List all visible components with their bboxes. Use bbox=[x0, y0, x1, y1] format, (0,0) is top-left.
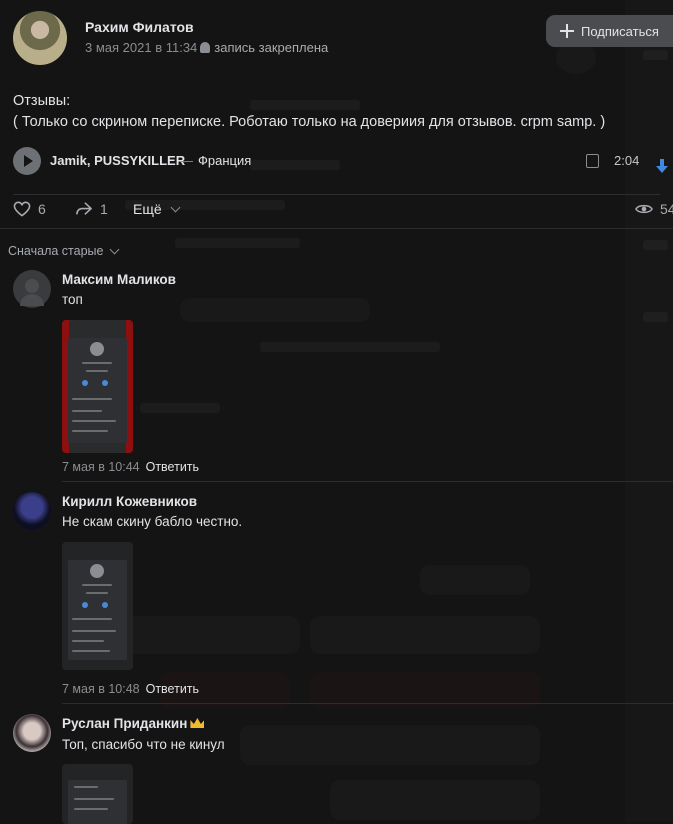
chevron-down-icon bbox=[110, 244, 120, 254]
comment: Максим Маликов топ 7 мая в 10:44 Ответить bbox=[0, 268, 673, 482]
author-name[interactable]: Рахим Филатов bbox=[85, 19, 194, 35]
comment: Руслан Приданкин Топ, спасибо что не кин… bbox=[0, 712, 673, 824]
post-text: Отзывы: ( Только со скрином переписке. Р… bbox=[13, 91, 605, 133]
avatar[interactable] bbox=[13, 492, 51, 530]
lyrics-icon[interactable] bbox=[586, 154, 599, 168]
post-meta: 3 мая 2021 в 11:34 запись закреплена bbox=[85, 40, 328, 55]
reply-button[interactable]: Ответить bbox=[146, 682, 199, 696]
heart-icon bbox=[13, 201, 31, 217]
avatar[interactable] bbox=[13, 270, 51, 308]
comments-sort-label: Сначала старые bbox=[8, 244, 104, 258]
eye-icon bbox=[635, 204, 653, 214]
comment-text: Не скам скину бабло честно. bbox=[62, 514, 243, 529]
more-button[interactable]: Ещё bbox=[133, 201, 181, 217]
divider bbox=[0, 228, 673, 229]
comment-date[interactable]: 7 мая в 10:44 bbox=[62, 460, 140, 474]
like-button[interactable]: 6 bbox=[13, 201, 46, 217]
audio-title[interactable]: Франция bbox=[198, 153, 251, 168]
share-icon bbox=[76, 202, 92, 215]
audio-duration: 2:04 bbox=[614, 153, 640, 168]
download-icon[interactable] bbox=[656, 159, 668, 173]
comment-screenshot[interactable] bbox=[62, 764, 133, 824]
author-avatar[interactable] bbox=[13, 11, 67, 65]
comment-footer: 7 мая в 10:44 Ответить bbox=[62, 460, 199, 474]
reply-button[interactable]: Ответить bbox=[146, 460, 199, 474]
subscribe-button[interactable]: Подписаться bbox=[546, 15, 673, 47]
rainbow-flag-icon bbox=[196, 23, 212, 32]
divider bbox=[62, 703, 673, 704]
crown-icon bbox=[190, 718, 205, 728]
comment-author[interactable]: Руслан Приданкин bbox=[62, 716, 187, 731]
comment-author[interactable]: Максим Маликов bbox=[62, 272, 176, 287]
views-counter: 54 bbox=[635, 201, 673, 217]
shares-count: 1 bbox=[100, 201, 108, 217]
views-count: 54 bbox=[660, 201, 673, 217]
play-button[interactable] bbox=[13, 147, 41, 175]
avatar[interactable] bbox=[13, 714, 51, 752]
audio-artist[interactable]: Jamik, PUSSYKILLER bbox=[50, 153, 185, 168]
comment: Кирилл Кожевников Не скам скину бабло че… bbox=[0, 490, 673, 704]
audio-attachment[interactable]: Jamik, PUSSYKILLER — Франция 2:04 bbox=[13, 147, 673, 175]
comment-footer: 7 мая в 10:48 Ответить bbox=[62, 682, 199, 696]
comment-screenshot[interactable] bbox=[62, 320, 133, 453]
chevron-down-icon bbox=[170, 202, 181, 212]
post-header: Рахим Филатов 3 мая 2021 в 11:34 запись з… bbox=[0, 0, 673, 80]
author-name-line[interactable]: Рахим Филатов bbox=[85, 19, 212, 35]
post-actions: 6 1 Ещё 54 bbox=[0, 196, 673, 224]
likes-count: 6 bbox=[38, 201, 46, 217]
subscribe-label: Подписаться bbox=[581, 23, 659, 39]
comment-author[interactable]: Кирилл Кожевников bbox=[62, 494, 197, 509]
android-icon bbox=[200, 42, 211, 53]
pinned-label: запись закреплена bbox=[214, 40, 329, 55]
plus-icon bbox=[560, 24, 574, 38]
comment-screenshot[interactable] bbox=[62, 542, 133, 670]
post-text-line-1: Отзывы: bbox=[13, 93, 71, 109]
comment-date[interactable]: 7 мая в 10:48 bbox=[62, 682, 140, 696]
more-label: Ещё bbox=[133, 201, 162, 217]
comment-text: топ bbox=[62, 292, 83, 307]
divider bbox=[62, 481, 673, 482]
comments-sort-dropdown[interactable]: Сначала старые bbox=[8, 244, 120, 258]
audio-separator: — bbox=[180, 153, 193, 168]
post-date[interactable]: 3 мая 2021 в 11:34 bbox=[85, 40, 197, 55]
share-button[interactable]: 1 bbox=[75, 201, 108, 217]
post-text-line-2: ( Только со скрином переписке. Роботаю т… bbox=[13, 114, 606, 130]
divider bbox=[13, 194, 660, 195]
comment-text: Топ, спасибо что не кинул bbox=[62, 737, 225, 752]
comment-author-line: Руслан Приданкин bbox=[62, 716, 205, 731]
